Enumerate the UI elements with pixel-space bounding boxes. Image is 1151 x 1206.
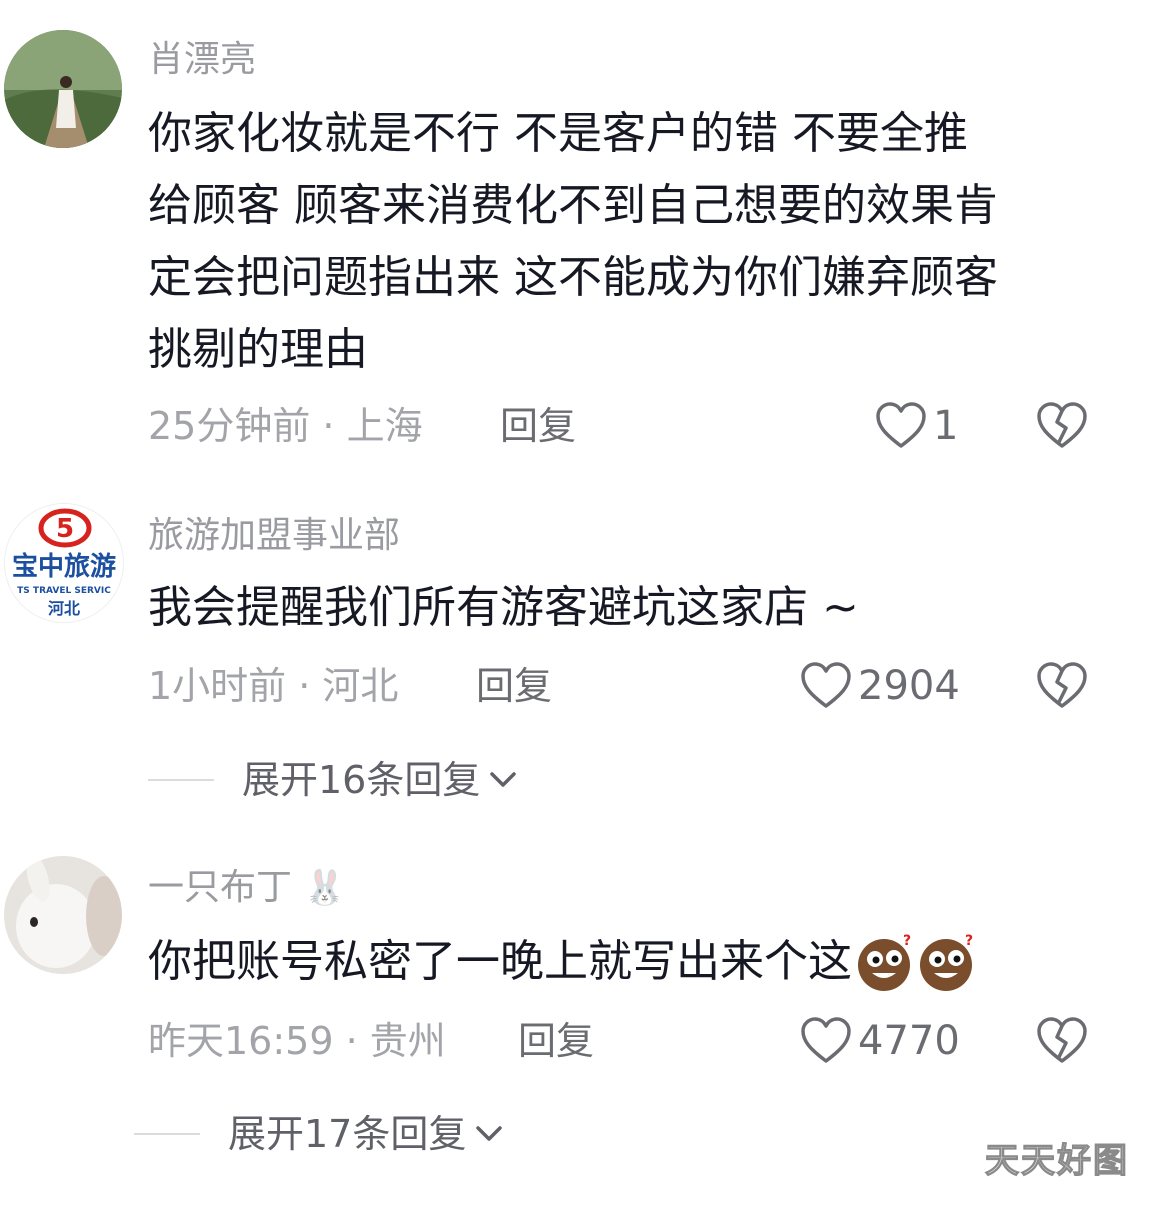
- logo-region: 河北: [48, 599, 80, 618]
- broken-heart-icon: [1037, 1017, 1087, 1063]
- comment-line: 给顾客 顾客来消费化不到自己想要的效果肯: [148, 180, 998, 231]
- broken-heart-icon: [1037, 402, 1087, 448]
- expand-replies-label: 展开16条回复: [242, 758, 481, 802]
- divider: [148, 779, 214, 781]
- like-button[interactable]: 1: [875, 402, 958, 450]
- svg-text:?: ?: [965, 933, 973, 949]
- comment-username[interactable]: 旅游加盟事业部: [148, 514, 400, 558]
- comment-text: 你把账号私密了一晚上就写出来个这 ? ?: [148, 926, 978, 998]
- like-count: 4770: [858, 1018, 960, 1064]
- watermark: 天天好图: [984, 1140, 1129, 1181]
- confused-face-emoji-icon: ?: [920, 933, 973, 991]
- expand-replies-label: 展开17条回复: [228, 1112, 467, 1156]
- comment-username[interactable]: 肖漂亮: [148, 38, 256, 82]
- expand-replies-button[interactable]: 展开17条回复: [134, 1110, 506, 1158]
- like-count: 2904: [858, 663, 960, 709]
- comment-line: 你家化妆就是不行 不是客户的错 不要全推: [148, 108, 968, 159]
- broken-heart-icon: [1037, 662, 1087, 708]
- heart-icon: [876, 402, 926, 448]
- avatar[interactable]: 5 宝中旅游 TS TRAVEL SERVIC 河北: [4, 503, 124, 623]
- avatar[interactable]: [4, 856, 122, 974]
- reply-button[interactable]: 回复: [500, 402, 576, 450]
- comment-username[interactable]: 一只布丁 🐰: [148, 866, 346, 910]
- dislike-button[interactable]: [1036, 1017, 1088, 1065]
- logo-english: TS TRAVEL SERVIC: [17, 586, 111, 596]
- like-button[interactable]: 4770: [800, 1017, 960, 1065]
- comment-text: 你家化妆就是不行 不是客户的错 不要全推 给顾客 顾客来消费化不到自己想要的效果…: [148, 98, 998, 386]
- comment-meta: 25分钟前 · 上海: [148, 404, 423, 448]
- confused-face-emoji-icon: ?: [858, 933, 911, 991]
- comment-line: 定会把问题指出来 这不能成为你们嫌弃顾客: [148, 252, 998, 303]
- reply-button[interactable]: 回复: [518, 1017, 594, 1065]
- svg-text:?: ?: [903, 933, 911, 949]
- comment-line: 挑剔的理由: [148, 324, 368, 375]
- comment-meta: 1小时前 · 河北: [148, 664, 399, 708]
- comment-meta: 昨天16:59 · 贵州: [148, 1019, 446, 1063]
- comment-text: 我会提醒我们所有游客避坑这家店 ~: [148, 572, 859, 644]
- like-button[interactable]: 2904: [800, 662, 960, 710]
- logo-brand: 宝中旅游: [12, 551, 116, 582]
- expand-replies-button[interactable]: 展开16条回复: [148, 756, 520, 804]
- reply-button[interactable]: 回复: [476, 662, 552, 710]
- divider: [134, 1133, 200, 1135]
- avatar[interactable]: [4, 30, 122, 148]
- heart-icon: [801, 1017, 851, 1063]
- rabbit-icon: 🐰: [303, 868, 346, 908]
- dislike-button[interactable]: [1036, 402, 1088, 450]
- heart-icon: [801, 662, 851, 708]
- chevron-down-icon: [476, 1126, 503, 1141]
- logo-number: 5: [56, 514, 74, 544]
- comment-line: 我会提醒我们所有游客避坑这家店 ~: [148, 582, 859, 633]
- like-count: 1: [933, 403, 959, 449]
- dislike-button[interactable]: [1036, 662, 1088, 710]
- chevron-down-icon: [490, 772, 517, 787]
- username-text: 一只布丁: [148, 867, 293, 908]
- comment-line: 你把账号私密了一晚上就写出来个这: [148, 936, 852, 987]
